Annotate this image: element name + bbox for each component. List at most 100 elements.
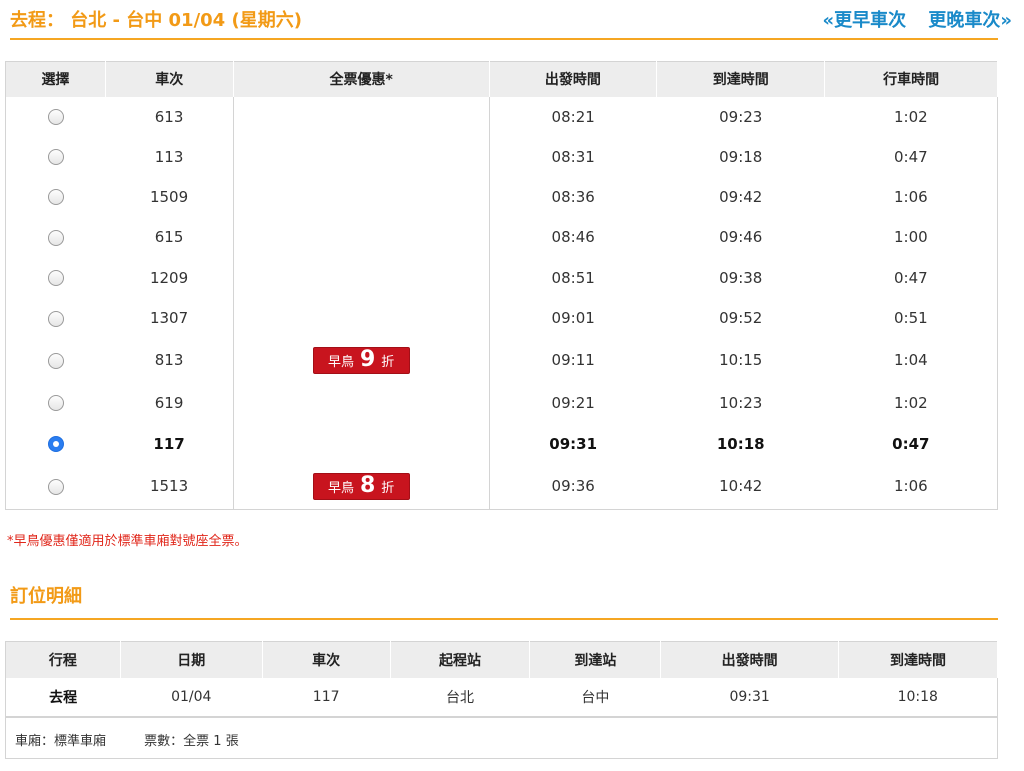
train-row[interactable]: 613 08:21 09:23 1:02 xyxy=(6,96,998,137)
train-number: 613 xyxy=(154,107,184,126)
discount-cell: 早鳥 9 折 xyxy=(232,338,490,382)
detail-col-trip: 行程 xyxy=(5,641,121,678)
travel-duration: 0:47 xyxy=(893,147,928,166)
travel-duration: 1:04 xyxy=(893,351,928,369)
train-select-radio[interactable] xyxy=(47,395,64,411)
train-row[interactable]: 1509 08:36 09:42 1:06 xyxy=(6,176,998,217)
later-trains-link[interactable]: 更晚車次» xyxy=(928,10,1012,31)
select-cell xyxy=(6,258,106,298)
arrival-time: 09:18 xyxy=(719,147,763,166)
booking-detail-table: 行程 日期 車次 起程站 到達站 出發時間 到達時間 去程 01/04 117 … xyxy=(5,641,998,717)
select-cell xyxy=(6,339,106,382)
trip-header: 去程： 台北 - 台中 01/04 (星期六) «更早車次 更晚車次» xyxy=(10,0,1012,40)
train-row[interactable]: 1209 08:51 09:38 0:47 xyxy=(6,257,998,298)
detail-row: 去程 01/04 117 台北 台中 09:31 10:18 xyxy=(6,678,998,717)
departure-time: 09:36 xyxy=(551,477,595,496)
col-header-duration: 行車時間 xyxy=(824,61,998,97)
train-number: 615 xyxy=(154,228,184,246)
arrival-time: 09:46 xyxy=(719,228,763,246)
train-nav-links: «更早車次 更晚車次» xyxy=(822,6,1012,32)
departure-time: 09:01 xyxy=(551,309,595,327)
departure-time: 09:31 xyxy=(549,434,598,453)
select-cell xyxy=(6,298,106,339)
discount-cell xyxy=(232,423,490,464)
train-row[interactable]: 813 早鳥 9 折 09:11 10:15 1:04 xyxy=(6,338,998,382)
train-select-radio[interactable] xyxy=(47,436,64,452)
train-rows: 613 08:21 09:23 1:02 113 08:31 09:18 0:47 1509 08… xyxy=(6,96,998,510)
arrival-time: 09:38 xyxy=(719,268,763,287)
col-header-arrival: 到達時間 xyxy=(656,61,826,97)
discount-cell: 早鳥 8 折 xyxy=(232,463,490,510)
detail-col-date: 日期 xyxy=(120,641,263,678)
badge-suffix: 折 xyxy=(381,480,395,496)
select-cell xyxy=(6,177,106,217)
select-cell xyxy=(6,217,106,258)
train-number: 619 xyxy=(154,393,184,412)
select-cell xyxy=(6,424,106,464)
detail-col-arrival: 到達時間 xyxy=(838,641,998,678)
train-select-radio[interactable] xyxy=(47,229,64,246)
train-selection-table: 選擇 車次 全票優惠* 出發時間 到達時間 行車時間 613 08:21 09:23… xyxy=(5,61,998,510)
train-select-radio[interactable] xyxy=(47,352,64,369)
arrival-time: 09:23 xyxy=(719,107,763,126)
arrival-time: 10:18 xyxy=(716,434,765,453)
train-select-radio[interactable] xyxy=(47,149,64,165)
train-row[interactable]: 615 08:46 09:46 1:00 xyxy=(6,216,998,258)
ticket-count: 票數：全票 1 張 xyxy=(144,734,239,749)
departure-time: 08:51 xyxy=(551,268,595,287)
detail-origin: 台北 xyxy=(445,689,474,706)
discount-cell xyxy=(232,216,490,258)
train-select-radio[interactable] xyxy=(47,270,64,286)
detail-col-origin: 起程站 xyxy=(390,641,531,678)
arrival-time: 10:42 xyxy=(719,477,763,496)
train-row[interactable]: 117 09:31 10:18 0:47 xyxy=(6,423,998,464)
detail-date: 01/04 xyxy=(171,688,212,705)
travel-duration: 1:02 xyxy=(893,107,928,126)
discount-cell xyxy=(232,176,490,217)
train-table-header: 選擇 車次 全票優惠* 出發時間 到達時間 行車時間 xyxy=(5,61,998,97)
select-cell xyxy=(6,464,106,510)
travel-duration: 1:00 xyxy=(893,228,928,246)
train-select-radio[interactable] xyxy=(47,478,64,495)
departure-time: 08:46 xyxy=(551,228,595,246)
col-header-discount: 全票優惠* xyxy=(233,61,490,97)
train-select-radio[interactable] xyxy=(47,109,64,125)
arrival-time: 09:42 xyxy=(719,187,763,206)
booking-detail-title: 訂位明細 xyxy=(10,586,82,607)
travel-duration: 0:47 xyxy=(893,268,928,287)
early-bird-footnote: *早鳥優惠僅適用於標準車廂對號座全票。 xyxy=(7,534,248,549)
train-row[interactable]: 1513 早鳥 8 折 09:36 10:42 1:06 xyxy=(6,463,998,510)
departure-time: 08:21 xyxy=(551,107,595,126)
train-row[interactable]: 619 09:21 10:23 1:02 xyxy=(6,381,998,424)
discount-cell xyxy=(232,297,490,339)
col-header-select: 選擇 xyxy=(5,61,106,97)
detail-departure: 09:31 xyxy=(729,688,770,705)
earlier-trains-link[interactable]: «更早車次 xyxy=(822,10,906,31)
arrival-time: 10:23 xyxy=(719,393,763,412)
car-type: 車廂：標準車廂 xyxy=(15,734,107,749)
train-select-radio[interactable] xyxy=(47,189,64,205)
train-number: 113 xyxy=(154,147,184,166)
select-cell xyxy=(6,137,106,177)
discount-cell xyxy=(232,257,490,298)
badge-prefix: 早鳥 xyxy=(327,480,354,496)
trip-title: 去程： 台北 - 台中 01/04 (星期六) xyxy=(10,10,302,31)
badge-discount-number: 8 xyxy=(359,473,376,499)
detail-table-header: 行程 日期 車次 起程站 到達站 出發時間 到達時間 xyxy=(5,641,998,678)
detail-col-train: 車次 xyxy=(262,641,391,678)
discount-cell xyxy=(232,96,490,137)
discount-cell xyxy=(232,136,490,177)
train-row[interactable]: 113 08:31 09:18 0:47 xyxy=(6,136,998,177)
travel-duration: 1:02 xyxy=(893,393,928,412)
travel-duration: 0:51 xyxy=(893,309,928,327)
arrival-time: 10:15 xyxy=(719,351,763,369)
detail-train-no: 117 xyxy=(312,688,340,705)
detail-col-departure: 出發時間 xyxy=(660,641,840,678)
train-row[interactable]: 1307 09:01 09:52 0:51 xyxy=(6,297,998,339)
select-cell xyxy=(6,97,106,137)
discount-cell xyxy=(232,381,490,424)
departure-time: 09:21 xyxy=(551,393,595,412)
train-select-radio[interactable] xyxy=(47,310,64,327)
departure-time: 08:31 xyxy=(551,147,595,166)
select-cell xyxy=(6,382,106,424)
